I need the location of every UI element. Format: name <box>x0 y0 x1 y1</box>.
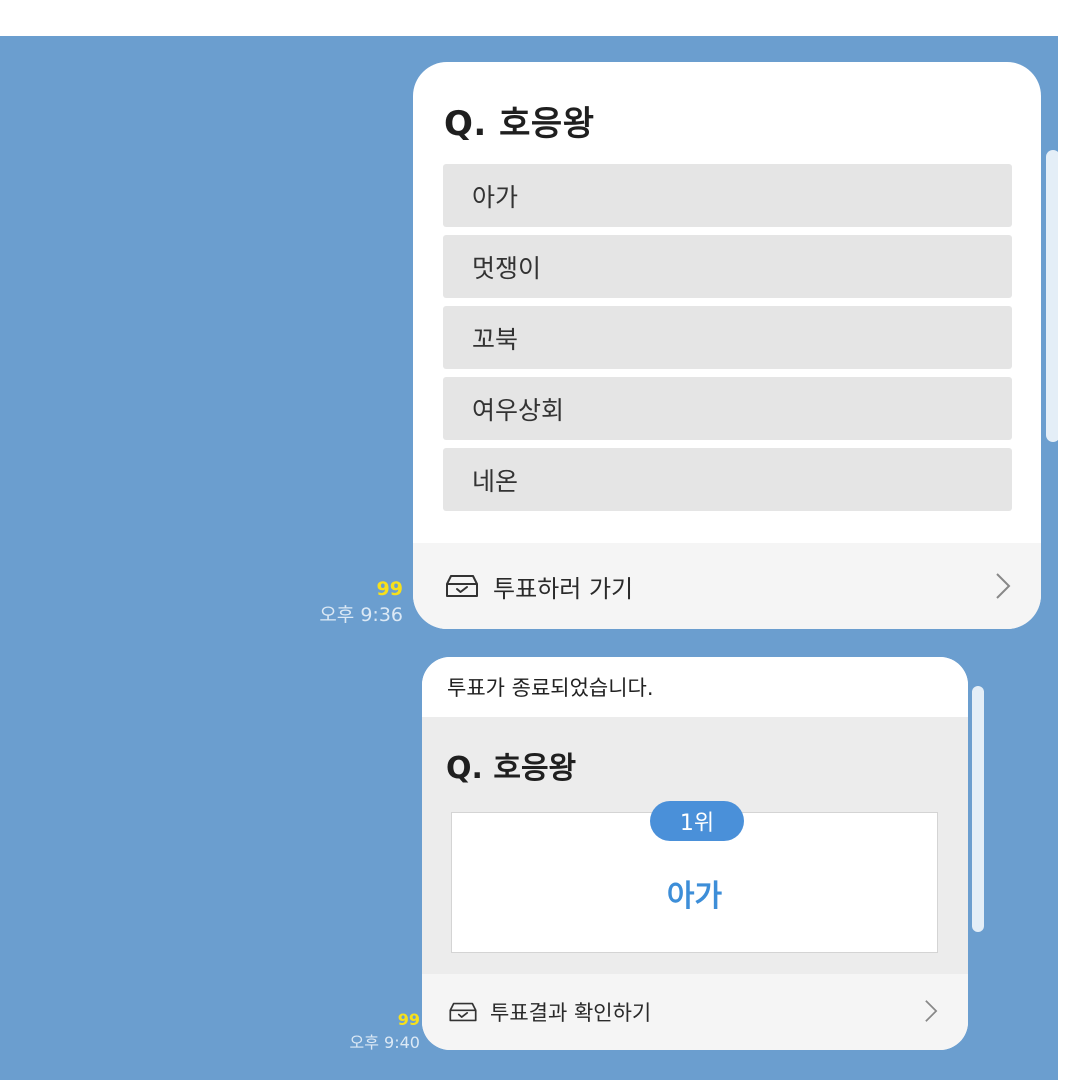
poll-option[interactable]: 네온 <box>443 448 1012 511</box>
go-vote-button[interactable]: 투표하러 가기 <box>413 543 1041 629</box>
poll-option[interactable]: 멋쟁이 <box>443 235 1012 298</box>
poll-option-label: 네온 <box>472 466 519 496</box>
poll-options: 아가 멋쟁이 꼬북 여우상회 네온 <box>443 164 1012 519</box>
ballot-box-icon <box>446 575 478 597</box>
result-body: Q. 호응왕 1위 아가 <box>422 717 968 974</box>
poll-question: Q. 호응왕 <box>444 104 595 144</box>
scroll-handle[interactable] <box>1046 150 1060 442</box>
poll-option-label: 꼬북 <box>472 324 519 354</box>
scroll-handle[interactable] <box>972 686 984 932</box>
poll-option-label: 여우상회 <box>472 395 565 425</box>
message-meta: 99 오후 9:40 <box>350 1010 420 1053</box>
unread-count: 99 <box>397 1010 420 1029</box>
ballot-box-icon <box>449 1002 477 1022</box>
chevron-right-icon <box>925 1000 938 1022</box>
message-meta: 99 오후 9:36 <box>319 578 403 627</box>
unread-count: 99 <box>376 578 403 600</box>
poll-card: Q. 호응왕 아가 멋쟁이 꼬북 여우상회 네온 투표하러 가기 <box>413 62 1041 629</box>
message-time: 오후 9:36 <box>319 604 403 626</box>
right-edge <box>1058 36 1080 1080</box>
message-time: 오후 9:40 <box>349 1033 420 1052</box>
go-vote-label: 투표하러 가기 <box>493 574 634 603</box>
winner-box: 1위 아가 <box>451 801 938 953</box>
poll-option-label: 멋쟁이 <box>472 253 542 283</box>
result-question: Q. 호응왕 <box>446 751 577 786</box>
winner-name: 아가 <box>666 879 723 914</box>
view-results-button[interactable]: 투표결과 확인하기 <box>422 974 968 1050</box>
poll-option[interactable]: 여우상회 <box>443 377 1012 440</box>
poll-option[interactable]: 꼬북 <box>443 306 1012 369</box>
poll-ended-notice: 투표가 종료되었습니다. <box>422 657 968 717</box>
view-results-label: 투표결과 확인하기 <box>490 1001 652 1025</box>
poll-option-label: 아가 <box>472 182 519 212</box>
poll-result-card: 투표가 종료되었습니다. Q. 호응왕 1위 아가 투표결과 확인하기 <box>422 657 968 1050</box>
rank-badge: 1위 <box>650 801 744 841</box>
poll-option[interactable]: 아가 <box>443 164 1012 227</box>
chevron-right-icon <box>996 573 1011 599</box>
